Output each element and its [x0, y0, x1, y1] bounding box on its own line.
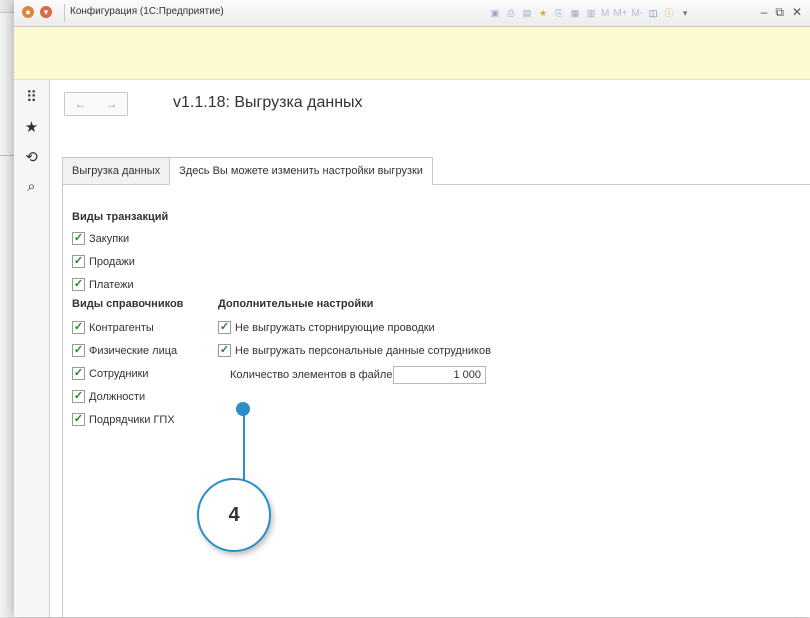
check-icon[interactable]: ✓ — [72, 367, 85, 380]
star-icon[interactable]: ★ — [14, 118, 49, 136]
checkbox-payments[interactable]: ✓ Платежи — [72, 278, 134, 291]
menu-dropdown-icon[interactable]: ▾ — [40, 6, 52, 18]
check-icon[interactable]: ✓ — [72, 390, 85, 403]
info-panel — [14, 27, 810, 80]
checkbox-label: Подрядчики ГПХ — [89, 413, 175, 426]
page-title: v1.1.18: Выгрузка данных — [173, 94, 363, 111]
chevron-down-icon[interactable]: ▾ — [679, 7, 691, 19]
forward-button[interactable]: → — [106, 97, 118, 111]
tab-export-settings[interactable]: Здесь Вы можете изменить настройки выгру… — [169, 157, 433, 185]
title-separator — [64, 4, 65, 22]
transactions-group-title: Виды транзакций — [72, 211, 169, 223]
checkbox-label: Платежи — [89, 278, 134, 291]
nav-buttons: ← → — [64, 92, 128, 116]
checkbox-sales[interactable]: ✓ Продажи — [72, 255, 135, 268]
checkbox-positions[interactable]: ✓ Должности — [72, 390, 145, 403]
restore-icon[interactable]: ⧉ — [775, 5, 784, 20]
checkbox-label: Сотрудники — [89, 367, 149, 380]
window-title: Конфигурация (1С:Предприятие) — [70, 6, 224, 17]
link-icon[interactable]: ⎘ — [553, 7, 565, 19]
check-icon[interactable]: ✓ — [218, 321, 231, 334]
tab-bar: Выгрузка данных Здесь Вы можете изменить… — [62, 157, 433, 185]
checkbox-purchases[interactable]: ✓ Закупки — [72, 232, 129, 245]
minimize-icon[interactable]: – — [761, 5, 768, 20]
calculator-icon[interactable]: ▥ — [585, 7, 597, 19]
check-icon[interactable]: ✓ — [72, 278, 85, 291]
history-icon[interactable]: ⟲ — [14, 148, 49, 166]
catalogs-group-title: Виды справочников — [72, 298, 184, 310]
items-per-file-label: Количество элементов в файле: — [230, 369, 396, 381]
window-controls: – ⧉ ✕ — [761, 5, 802, 20]
calendar-icon[interactable]: ▦ — [569, 7, 581, 19]
checkbox-contractors[interactable]: ✓ Подрядчики ГПХ — [72, 413, 175, 426]
checkbox-label: Не выгружать персональные данные сотрудн… — [235, 344, 491, 357]
form-content: ← → v1.1.18: Выгрузка данных Выгрузка да… — [50, 80, 810, 618]
check-icon[interactable]: ✓ — [72, 413, 85, 426]
main-window: ● ▾ Конфигурация (1С:Предприятие) ▣ ⎙ ▤ … — [14, 0, 810, 618]
checkbox-counterparties[interactable]: ✓ Контрагенты — [72, 321, 154, 334]
checkbox-label: Физические лица — [89, 344, 178, 357]
callout-line — [243, 408, 245, 483]
side-panel: ⠿ ★ ⟲ ⌕ — [14, 80, 50, 617]
apps-grid-icon[interactable]: ⠿ — [14, 88, 49, 106]
favorite-icon[interactable]: ★ — [537, 7, 549, 19]
checkbox-label: Контрагенты — [89, 321, 154, 334]
save-icon[interactable]: ▣ — [489, 7, 501, 19]
back-button[interactable]: ← — [75, 97, 87, 111]
callout-number-badge: 4 — [197, 478, 271, 552]
print-icon[interactable]: ⎙ — [505, 7, 517, 19]
check-icon[interactable]: ✓ — [72, 232, 85, 245]
checkbox-individuals[interactable]: ✓ Физические лица — [72, 344, 177, 357]
checkbox-label: Продажи — [89, 255, 135, 268]
memory-plus-button[interactable]: M+ — [613, 8, 627, 19]
check-icon[interactable]: ✓ — [72, 321, 85, 334]
tab-export-data[interactable]: Выгрузка данных — [62, 157, 171, 185]
checkbox-no-storno[interactable]: ✓ Не выгружать сторнирующие проводки — [218, 321, 435, 334]
checkbox-label: Закупки — [89, 232, 130, 245]
memory-minus-button[interactable]: M- — [632, 8, 644, 19]
tab-panel — [62, 184, 810, 618]
title-bar: ● ▾ Конфигурация (1С:Предприятие) ▣ ⎙ ▤ … — [14, 0, 810, 27]
check-icon[interactable]: ✓ — [218, 344, 231, 357]
preview-icon[interactable]: ▤ — [521, 7, 533, 19]
check-icon[interactable]: ✓ — [72, 255, 85, 268]
extra-group-title: Дополнительные настройки — [218, 298, 374, 310]
check-icon[interactable]: ✓ — [72, 344, 85, 357]
checkbox-label: Не выгружать сторнирующие проводки — [235, 321, 435, 334]
info-icon[interactable]: ⓘ — [663, 7, 675, 19]
search-icon[interactable]: ⌕ — [14, 178, 49, 195]
app-logo-icon[interactable]: ● — [22, 6, 34, 18]
close-icon[interactable]: ✕ — [792, 5, 802, 20]
title-toolbar: ▣ ⎙ ▤ ★ ⎘ ▦ ▥ M M+ M- ◫ ⓘ ▾ — [489, 5, 691, 21]
checkbox-label: Должности — [89, 390, 146, 403]
checkbox-employees[interactable]: ✓ Сотрудники — [72, 367, 149, 380]
items-per-file-input[interactable] — [393, 366, 486, 384]
callout-dot — [236, 402, 250, 416]
memory-m-button[interactable]: M — [601, 8, 609, 19]
panel-layout-icon[interactable]: ◫ — [647, 7, 659, 19]
checkbox-no-personal-data[interactable]: ✓ Не выгружать персональные данные сотру… — [218, 344, 491, 357]
